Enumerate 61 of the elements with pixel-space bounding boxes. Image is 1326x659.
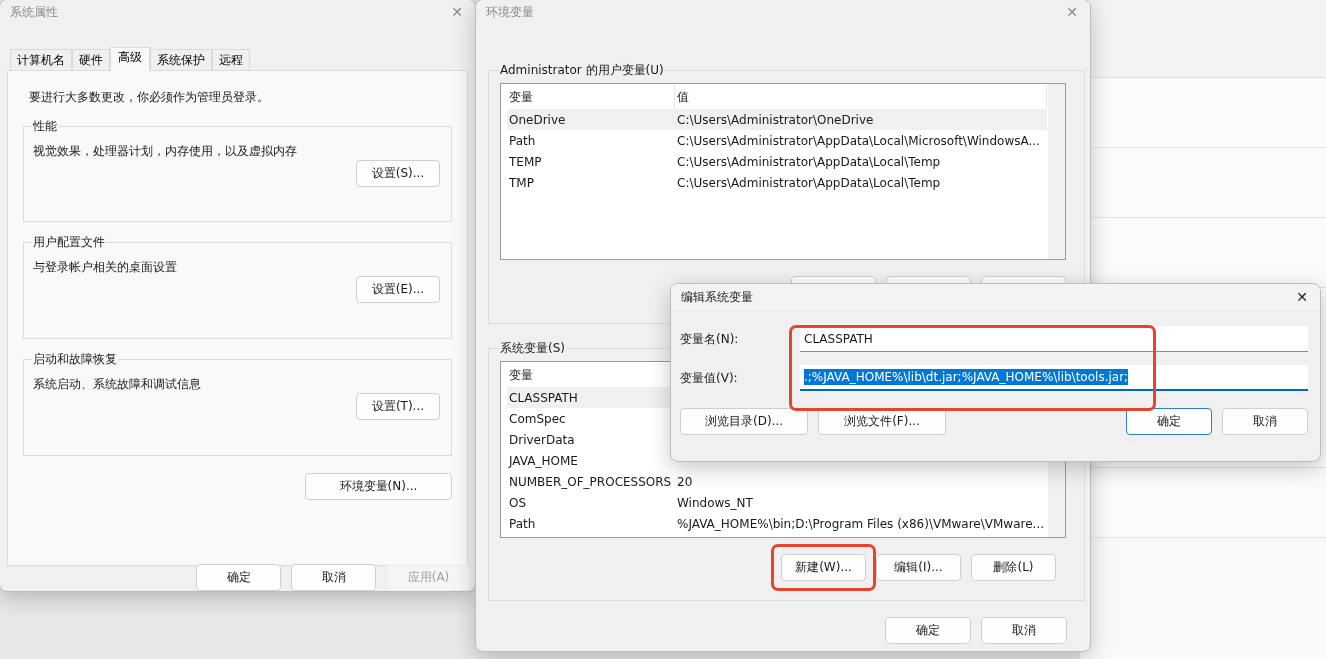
table-cell-text: OS: [508, 495, 528, 510]
dialog-button[interactable]: 确定: [196, 564, 281, 591]
table-cell-text: C:\Users\Administrator\AppData\Local\Temp: [676, 175, 942, 190]
table-cell-text: TEMP: [508, 154, 543, 169]
dialog-button[interactable]: 确定: [1126, 408, 1212, 435]
dialog-button[interactable]: 取消: [1222, 408, 1308, 435]
table-row[interactable]: OS Windows_NT: [507, 492, 1047, 513]
environment-variables-button[interactable]: 环境变量(N)...: [305, 473, 452, 500]
settings-button[interactable]: 设置(T)...: [356, 393, 440, 420]
table-cell-text: NUMBER_OF_PROCESSORS: [508, 474, 673, 489]
tab[interactable]: 高级: [110, 47, 150, 71]
tab[interactable]: 系统保护: [150, 49, 212, 70]
table-row[interactable]: Path %JAVA_HOME%\bin;D:\Program Files (x86)\VMware\VMware...: [507, 513, 1047, 534]
table-row[interactable]: OneDrive C:\Users\Administrator\OneDrive: [507, 109, 1047, 130]
notice-text: 要进行大多数更改，你必须作为管理员登录。: [29, 89, 270, 106]
dialog-button[interactable]: 确定: [885, 617, 971, 644]
field-label: 变量名(N):: [680, 330, 740, 348]
table-cell-text: Windows_NT: [676, 495, 754, 510]
table-cell-text: Path: [508, 516, 537, 531]
table-cell-text: %JAVA_HOME%\bin;D:\Program Files (x86)\VMware\VMware...: [676, 516, 1046, 531]
group-title: 性能: [32, 118, 58, 135]
table-cell-text: 20: [676, 474, 694, 489]
scrollbar[interactable]: [1048, 84, 1065, 259]
table-row[interactable]: Path C:\Users\Administrator\AppData\Local\Microsoft\WindowsA...: [507, 130, 1047, 151]
settings-button[interactable]: 设置(S)...: [356, 160, 440, 187]
input-field[interactable]: .;%JAVA_HOME%\lib\dt.jar;%JAVA_HOME%\lib\tools.jar;: [800, 365, 1308, 391]
table-cell-text: C:\Users\Administrator\AppData\Local\Microsoft\WindowsA...: [676, 133, 1041, 148]
dialog-button[interactable]: 取消: [981, 617, 1067, 644]
table-cell-text: CLASSPATH: [508, 390, 579, 405]
tab[interactable]: 计算机名: [10, 49, 72, 70]
window-title: 系统属性: [10, 3, 58, 21]
group-title: 启动和故障恢复: [32, 351, 118, 368]
close-button[interactable]: ✕: [1292, 289, 1312, 305]
table-action-button[interactable]: 编辑(I)...: [876, 554, 961, 581]
dialog-button[interactable]: 取消: [291, 564, 376, 591]
group-title: 用户配置文件: [32, 234, 106, 251]
table-cell-text: JAVA_HOME: [507, 453, 579, 468]
tab[interactable]: 硬件: [72, 49, 110, 70]
table-cell-text: TMP: [508, 175, 535, 190]
field-label: 变量值(V):: [680, 369, 739, 387]
table-cell-text: Path: [508, 133, 537, 148]
browse-button[interactable]: 浏览目录(D)...: [680, 408, 808, 435]
group-description: 系统启动、系统故障和调试信息: [33, 376, 202, 393]
group-description: 视觉效果，处理器计划，内存使用，以及虚拟内存: [33, 143, 298, 160]
group-title: Administrator 的用户变量(U): [499, 62, 665, 79]
group-description: 与登录帐户相关的桌面设置: [33, 259, 178, 276]
dialog-title: 编辑系统变量: [681, 288, 753, 306]
table-cell-text: DriverData: [508, 432, 576, 447]
table-row[interactable]: NUMBER_OF_PROCESSORS 20: [507, 471, 1047, 492]
table-row[interactable]: TMP C:\Users\Administrator\AppData\Local\Temp: [507, 172, 1047, 193]
table-action-button[interactable]: 删除(L): [971, 554, 1056, 581]
group-title: 系统变量(S): [499, 340, 566, 357]
table-cell-text: C:\Users\Administrator\OneDrive: [676, 112, 875, 127]
table-cell-text: C:\Users\Administrator\AppData\Local\Temp: [676, 154, 942, 169]
table-row[interactable]: TEMP C:\Users\Administrator\AppData\Local\Temp: [507, 151, 1047, 172]
table-cell-text: OneDrive: [508, 112, 567, 127]
settings-button[interactable]: 设置(E)...: [356, 276, 440, 303]
table-action-button[interactable]: 新建(W)...: [781, 554, 866, 581]
tab[interactable]: 远程: [212, 49, 250, 70]
window-title: 环境变量: [486, 3, 534, 21]
input-field[interactable]: CLASSPATH: [800, 326, 1308, 352]
